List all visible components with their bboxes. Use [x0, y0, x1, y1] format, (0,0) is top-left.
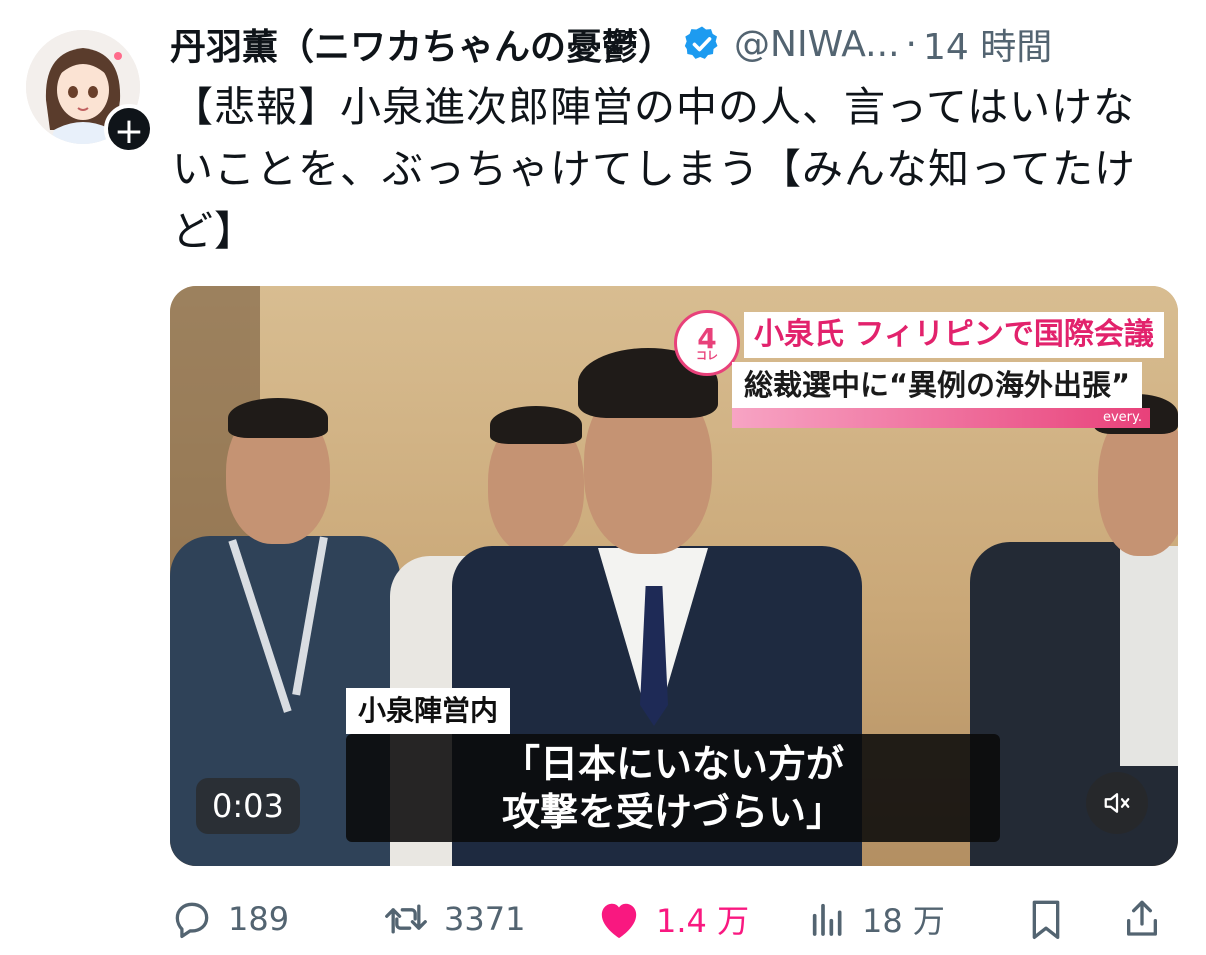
plus-icon: + — [113, 111, 145, 152]
video-duration: 0:03 — [196, 778, 300, 834]
news-program-logo: 4 コレ — [674, 310, 740, 376]
timestamp[interactable]: 14 時間 — [923, 18, 1052, 70]
caption-line-2: 攻撃を受けづらい」 — [501, 790, 844, 834]
speaker-muted-icon — [1104, 793, 1130, 813]
caption-line-1: 「日本にいない方が — [501, 742, 844, 786]
video-player[interactable]: 4 コレ 小泉氏 フィリピンで国際会議 総裁選中に“異例の海外出張” every… — [170, 286, 1178, 866]
tweet-text: 【悲報】小泉進次郎陣営の中の人、言ってはいけないことを、ぶっちゃけてしまう【みん… — [172, 83, 1136, 255]
like-count: 1.4 万 — [656, 902, 750, 940]
reply-button[interactable]: 189 — [170, 897, 382, 941]
verified-badge-icon — [684, 26, 718, 59]
news-logo-sub: コレ — [696, 349, 718, 362]
caption-speaker-tag: 小泉陣営内 — [346, 688, 511, 734]
repost-icon — [385, 904, 427, 934]
repost-count: 3371 — [444, 900, 526, 938]
reply-count: 189 — [228, 900, 290, 938]
views-bar-chart-icon — [812, 903, 842, 936]
heart-filled-icon — [601, 903, 637, 939]
views-count: 18 万 — [862, 902, 945, 940]
follow-plus-button[interactable]: + — [104, 104, 154, 154]
news-brand: every. — [732, 408, 1150, 428]
bookmark-button[interactable] — [1026, 897, 1122, 941]
share-button[interactable] — [1122, 897, 1170, 941]
display-name[interactable]: 丹羽薫（ニワカちゃんの憂鬱） — [170, 18, 674, 70]
video-caption: 「日本にいない方が 攻撃を受けづらい」 — [346, 734, 1000, 842]
bookmark-icon — [1032, 900, 1060, 939]
like-button[interactable]: 1.4 万 — [596, 896, 808, 942]
reply-bubble-icon — [175, 902, 209, 939]
news-headline: 小泉氏 フィリピンで国際会議 — [744, 312, 1164, 358]
news-subheadline: 総裁選中に“異例の海外出張” — [732, 362, 1143, 408]
share-icon — [1127, 900, 1157, 936]
action-bar: 189 3371 1.4 万 18 万 — [170, 886, 1180, 952]
separator-dot: · — [905, 23, 917, 65]
repost-button[interactable]: 3371 — [382, 897, 596, 941]
views-button[interactable]: 18 万 — [808, 896, 1026, 942]
tweet-header: 丹羽薫（ニワカちゃんの憂鬱） @NIWA... · 14 時間 — [170, 16, 1190, 72]
news-overlay: 4 コレ 小泉氏 フィリピンで国際会議 総裁選中に“異例の海外出張” every… — [674, 304, 1164, 428]
user-handle[interactable]: @NIWA... — [734, 24, 900, 65]
mute-button[interactable] — [1086, 772, 1148, 834]
